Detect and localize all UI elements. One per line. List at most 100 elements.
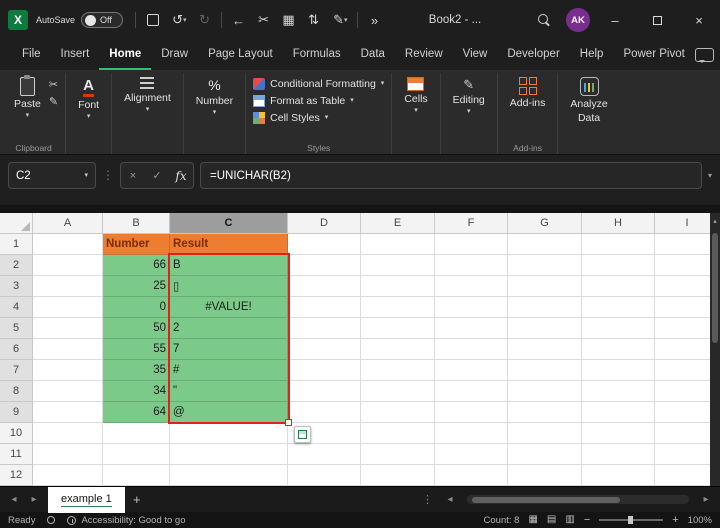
grid-cell-B5[interactable]: 50 — [103, 318, 170, 339]
tab-insert[interactable]: Insert — [51, 40, 100, 70]
grid-cell-G10[interactable] — [508, 423, 582, 444]
redo-button[interactable]: ↻ — [192, 6, 217, 34]
grid-cell-B7[interactable]: 35 — [103, 360, 170, 381]
grid-cell-E8[interactable] — [361, 381, 435, 402]
formula-bar-drag-handle[interactable]: ⋮ — [102, 162, 114, 189]
grid-cell-B8[interactable]: 34 — [103, 381, 170, 402]
grid-cell-D12[interactable] — [288, 465, 361, 486]
grid-cell-G7[interactable] — [508, 360, 582, 381]
grid-cell-H4[interactable] — [582, 297, 655, 318]
tab-draw[interactable]: Draw — [151, 40, 198, 70]
grid-cell-C2[interactable]: B — [170, 255, 288, 276]
grid-cell-C6[interactable]: 7 — [170, 339, 288, 360]
grid-cell-E12[interactable] — [361, 465, 435, 486]
conditional-formatting-button[interactable]: Conditional Formatting ▾ — [253, 75, 384, 92]
cancel-formula-button[interactable]: × — [121, 170, 145, 182]
sheet-tab-example1[interactable]: example 1 — [48, 487, 125, 513]
grid-cell-F2[interactable] — [435, 255, 508, 276]
grid-cell-E4[interactable] — [361, 297, 435, 318]
grid-cell-G1[interactable] — [508, 234, 582, 255]
grid-cell-F5[interactable] — [435, 318, 508, 339]
tab-view[interactable]: View — [453, 40, 498, 70]
grid-cell-C7[interactable]: # — [170, 360, 288, 381]
grid-cell-A10[interactable] — [33, 423, 103, 444]
grid-cell-F11[interactable] — [435, 444, 508, 465]
add-sheet-button[interactable]: + — [125, 492, 149, 507]
row-header-5[interactable]: 5 — [0, 318, 33, 339]
grid-cell-D7[interactable] — [288, 360, 361, 381]
accessibility-status[interactable]: Accessibility: Good to go — [67, 515, 185, 526]
format-as-table-button[interactable]: Format as Table ▾ — [253, 92, 384, 109]
grid-cell-A7[interactable] — [33, 360, 103, 381]
scroll-up-icon[interactable]: ▴ — [713, 217, 717, 225]
horizontal-scrollbar[interactable] — [467, 495, 689, 504]
grid-cell-C8[interactable]: " — [170, 381, 288, 402]
formula-input[interactable]: =UNICHAR(B2) — [200, 162, 702, 189]
qat-dropdown-icon[interactable]: ▾ — [344, 16, 353, 24]
zoom-slider[interactable] — [599, 519, 663, 521]
column-header-E[interactable]: E — [361, 213, 435, 234]
column-header-D[interactable]: D — [288, 213, 361, 234]
maximize-button[interactable] — [636, 0, 678, 40]
enter-formula-button[interactable]: ✓ — [145, 169, 169, 182]
row-header-8[interactable]: 8 — [0, 381, 33, 402]
grid-cell-C1[interactable]: Result — [170, 234, 288, 255]
grid-cell-B6[interactable]: 55 — [103, 339, 170, 360]
grid-cell-A5[interactable] — [33, 318, 103, 339]
grid-cell-C3[interactable]: ▯ — [170, 276, 288, 297]
grid-cell-H8[interactable] — [582, 381, 655, 402]
normal-view-icon[interactable]: ▦ — [528, 514, 537, 526]
comments-icon[interactable] — [695, 48, 714, 62]
select-all-corner[interactable] — [0, 213, 33, 234]
name-box-dropdown-icon[interactable]: ▾ — [84, 172, 88, 179]
grid-cell-C9[interactable]: @ — [170, 402, 288, 423]
row-header-2[interactable]: 2 — [0, 255, 33, 276]
grid-cell-G6[interactable] — [508, 339, 582, 360]
column-header-H[interactable]: H — [582, 213, 655, 234]
grid-qat-button[interactable]: ▦ — [276, 6, 301, 34]
tab-home[interactable]: Home — [99, 40, 151, 70]
grid-cell-B11[interactable] — [103, 444, 170, 465]
grid-cell-H6[interactable] — [582, 339, 655, 360]
tab-power-pivot[interactable]: Power Pivot — [613, 40, 694, 70]
grid-cell-G9[interactable] — [508, 402, 582, 423]
grid-cell-G8[interactable] — [508, 381, 582, 402]
grid-cell-D3[interactable] — [288, 276, 361, 297]
addins-button[interactable]: Add-ins — [505, 75, 551, 111]
row-header-10[interactable]: 10 — [0, 423, 33, 444]
macro-record-icon[interactable] — [47, 516, 55, 524]
grid-cell-E3[interactable] — [361, 276, 435, 297]
grid-cell-B3[interactable]: 25 — [103, 276, 170, 297]
zoom-slider-thumb[interactable] — [628, 516, 633, 524]
grid-cell-D9[interactable] — [288, 402, 361, 423]
zoom-level[interactable]: 100% — [688, 515, 712, 526]
grid-cell-E1[interactable] — [361, 234, 435, 255]
row-header-3[interactable]: 3 — [0, 276, 33, 297]
row-header-4[interactable]: 4 — [0, 297, 33, 318]
grid-cell-D1[interactable] — [288, 234, 361, 255]
tab-review[interactable]: Review — [395, 40, 453, 70]
grid-cell-A6[interactable] — [33, 339, 103, 360]
grid-cell-F12[interactable] — [435, 465, 508, 486]
tab-data[interactable]: Data — [351, 40, 395, 70]
grid-cell-E2[interactable] — [361, 255, 435, 276]
grid-cell-B4[interactable]: 0 — [103, 297, 170, 318]
grid-cell-C10[interactable] — [170, 423, 288, 444]
autosave-toggle[interactable]: AutoSave Off — [36, 12, 123, 28]
grid-cell-B2[interactable]: 66 — [103, 255, 170, 276]
tab-help[interactable]: Help — [570, 40, 614, 70]
column-header-A[interactable]: A — [33, 213, 103, 234]
number-menu-button[interactable]: % Number ▾ — [191, 75, 238, 118]
grid-cell-A9[interactable] — [33, 402, 103, 423]
grid-cell-D11[interactable] — [288, 444, 361, 465]
close-button[interactable]: × — [678, 0, 720, 40]
grid-cell-E5[interactable] — [361, 318, 435, 339]
row-header-12[interactable]: 12 — [0, 465, 33, 486]
column-header-F[interactable]: F — [435, 213, 508, 234]
grid-cell-G11[interactable] — [508, 444, 582, 465]
grid-cell-F9[interactable] — [435, 402, 508, 423]
grid-cell-A8[interactable] — [33, 381, 103, 402]
horizontal-scroll-thumb[interactable] — [472, 497, 620, 503]
tab-page-layout[interactable]: Page Layout — [198, 40, 283, 70]
paste-button[interactable]: Paste ▾ — [9, 75, 46, 121]
